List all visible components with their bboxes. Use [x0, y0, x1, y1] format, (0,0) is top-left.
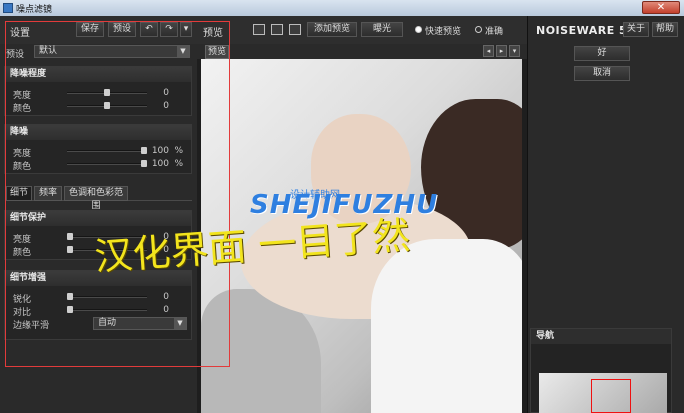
- photo-shirt: [371, 239, 522, 413]
- exposure-button[interactable]: 曝光: [361, 22, 403, 37]
- accurate-radio[interactable]: [475, 26, 482, 33]
- add-preview-button[interactable]: 添加预览: [307, 22, 357, 37]
- app-icon: [3, 3, 13, 13]
- single-view-icon[interactable]: [253, 24, 265, 35]
- navigator-panel: 导航: [530, 328, 672, 413]
- window-title: 噪点滤镜: [16, 5, 53, 15]
- navigator-title: 导航: [531, 329, 671, 344]
- cancel-button[interactable]: 取消: [574, 66, 630, 81]
- preview-tab-row: 预览 ◂ ▸ ▾: [197, 44, 527, 59]
- accurate-label: 准确: [485, 27, 504, 37]
- split-view-icon[interactable]: [271, 24, 283, 35]
- fast-preview-radio[interactable]: [415, 26, 422, 33]
- side-by-side-icon[interactable]: [289, 24, 301, 35]
- fast-preview-label: 快速预览: [425, 27, 462, 37]
- ok-button[interactable]: 好: [574, 46, 630, 61]
- chevron-left-icon[interactable]: ◂: [483, 45, 494, 57]
- title-bar: 噪点滤镜 ✕: [0, 0, 684, 16]
- brand-logo: NOISEWARE 5: [536, 24, 628, 37]
- chevron-down-icon[interactable]: ▾: [509, 45, 520, 57]
- navigator-viewport[interactable]: [591, 379, 631, 413]
- highlight-frame: [5, 21, 230, 367]
- navigator-thumbnail[interactable]: [539, 373, 667, 413]
- preview-toolbar: 预览 添加预览 曝光 快速预览 准确: [197, 16, 527, 44]
- right-panel: NOISEWARE 5 关于 帮助 好 取消 导航: [527, 16, 684, 413]
- close-button[interactable]: ✕: [642, 1, 680, 14]
- about-button[interactable]: 关于: [623, 22, 649, 37]
- chevron-right-icon[interactable]: ▸: [496, 45, 507, 57]
- help-button[interactable]: 帮助: [652, 22, 678, 37]
